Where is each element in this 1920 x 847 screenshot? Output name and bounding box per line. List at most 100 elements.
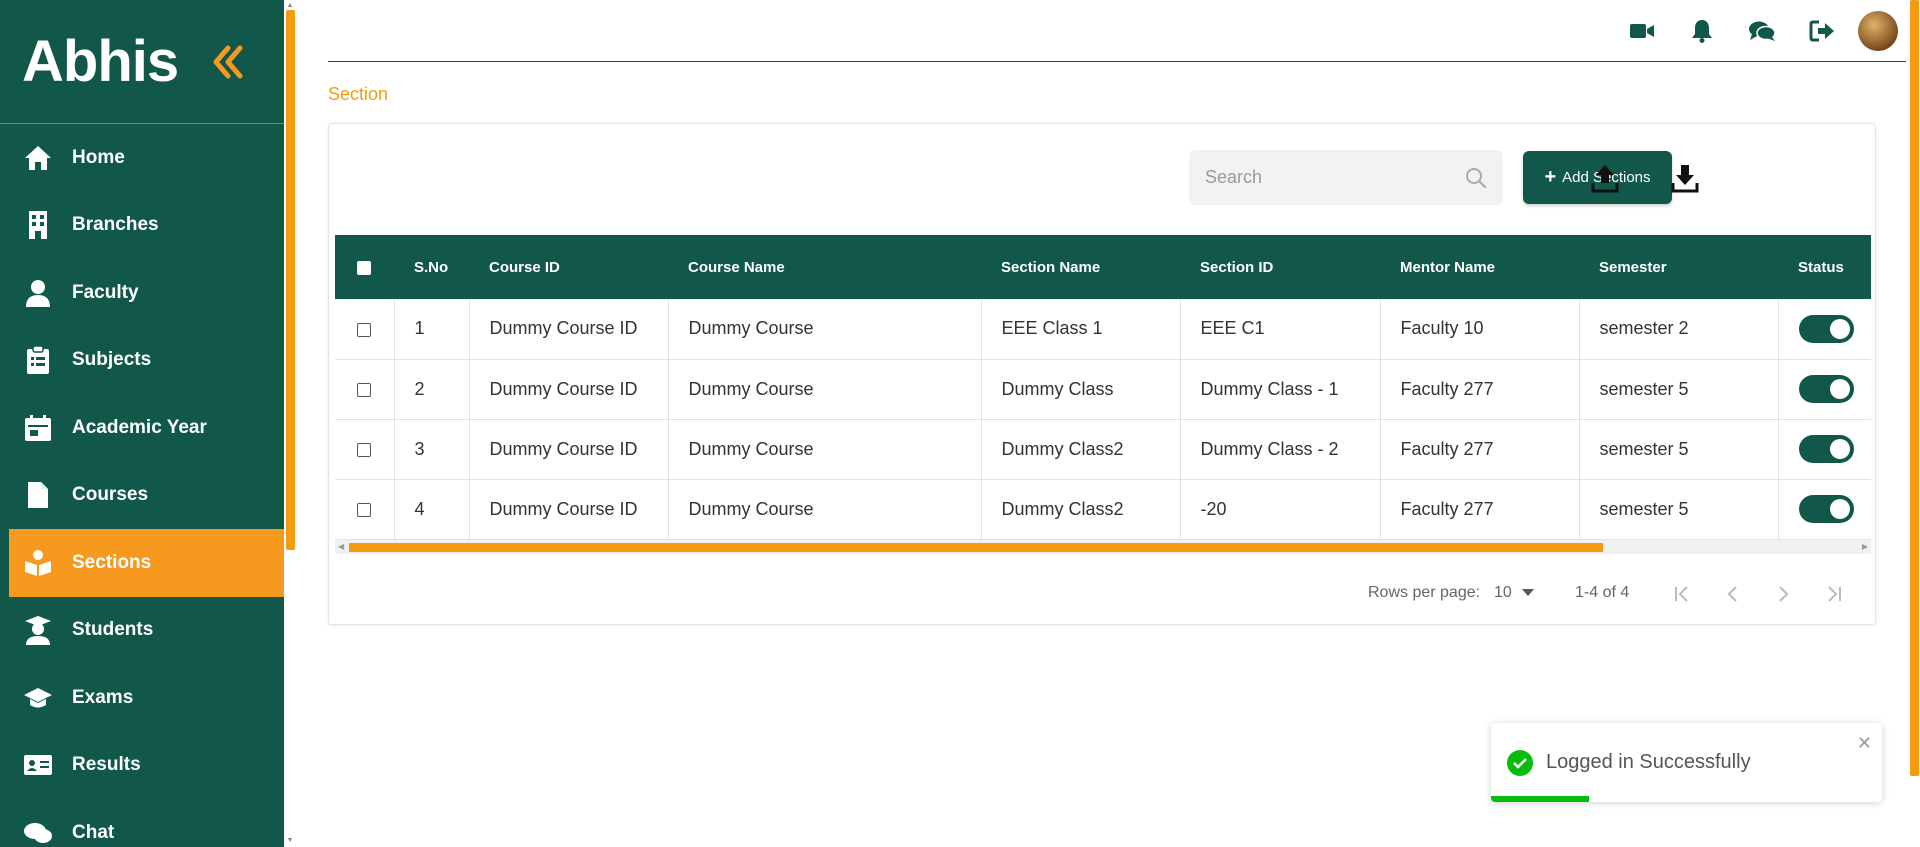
status-toggle[interactable] <box>1798 435 1854 463</box>
header-status[interactable]: Status <box>1778 235 1871 299</box>
clipboard-icon <box>22 344 54 376</box>
header-mentor-name[interactable]: Mentor Name <box>1380 235 1579 299</box>
header-semester[interactable]: Semester <box>1579 235 1778 299</box>
page-scroll-thumb[interactable] <box>1910 0 1919 776</box>
close-icon[interactable]: ✕ <box>1857 733 1872 754</box>
logout-icon[interactable] <box>1792 10 1852 52</box>
status-toggle[interactable] <box>1798 495 1854 523</box>
sections-table: S.No Course ID Course Name Section Name … <box>335 235 1871 540</box>
sidebar-item-subjects[interactable]: Subjects <box>0 327 284 395</box>
sidebar-item-sections[interactable]: Sections <box>0 529 284 597</box>
table-row[interactable]: 3 Dummy Course ID Dummy Course Dummy Class2… <box>335 419 1871 479</box>
header-sno[interactable]: S.No <box>394 235 469 299</box>
header-course-id[interactable]: Course ID <box>469 235 668 299</box>
id-card-icon <box>22 749 54 781</box>
cell-course-name: Dummy Course <box>668 359 982 419</box>
status-toggle[interactable] <box>1798 314 1854 343</box>
video-icon[interactable] <box>1612 10 1672 52</box>
table-horizontal-scrollbar[interactable]: ◀ ▶ <box>335 540 1871 554</box>
row-checkbox[interactable] <box>357 442 371 457</box>
table-row[interactable]: 1 Dummy Course ID Dummy Course EEE Class 1E… <box>335 299 1871 359</box>
sidebar-scrollbar[interactable]: ▲ ▼ <box>284 0 296 847</box>
table-row[interactable]: 4 Dummy Course ID Dummy Course Dummy Class2… <box>335 479 1871 539</box>
toast-message: Logged in Successfully <box>1546 751 1751 773</box>
file-icon <box>22 479 54 511</box>
rows-per-page-select[interactable]: 10 <box>1494 584 1534 602</box>
header-course-name[interactable]: Course Name <box>668 235 981 299</box>
cell-status <box>1778 419 1871 479</box>
cell-mentor: Faculty 10 <box>1380 299 1580 359</box>
cell-sno: 4 <box>394 479 470 539</box>
header-section-id[interactable]: Section ID <box>1180 235 1380 299</box>
app-logo: Abhis <box>22 29 179 94</box>
breadcrumb: Section <box>328 84 389 104</box>
avatar[interactable] <box>1858 11 1898 51</box>
sidebar-item-label: Chat <box>72 821 115 843</box>
sidebar-item-chat[interactable]: Chat <box>0 799 284 847</box>
sidebar-nav: Home Branches Faculty Subjects Academic Year… <box>0 124 284 847</box>
scroll-right-icon[interactable]: ▶ <box>1862 542 1868 551</box>
row-checkbox[interactable] <box>357 382 371 397</box>
sidebar-item-label: Students <box>72 619 154 641</box>
first-page-button[interactable] <box>1667 578 1699 610</box>
comments-icon[interactable] <box>1732 10 1792 52</box>
table-row[interactable]: 2 Dummy Course ID Dummy Course Dummy Class D… <box>335 359 1871 419</box>
cell-status <box>1778 359 1871 419</box>
toggle-knob <box>1829 499 1850 519</box>
sidebar-item-label: Faculty <box>72 281 139 303</box>
bell-icon[interactable] <box>1672 10 1732 52</box>
sidebar-item-students[interactable]: Students <box>0 597 284 665</box>
table-header-row: S.No Course ID Course Name Section Name … <box>335 235 1871 299</box>
status-toggle[interactable] <box>1798 375 1854 403</box>
last-page-button[interactable] <box>1817 578 1849 610</box>
sidebar-item-branches[interactable]: Branches <box>0 192 284 260</box>
row-checkbox[interactable] <box>357 322 371 337</box>
download-button[interactable] <box>1663 156 1707 200</box>
collapse-sidebar-icon[interactable] <box>208 42 248 82</box>
row-select-cell <box>335 419 395 479</box>
caret-down-icon <box>1521 589 1534 596</box>
sidebar-item-label: Exams <box>72 686 134 708</box>
toast-notification: Logged in Successfully ✕ <box>1491 723 1882 802</box>
cell-mentor: Faculty 277 <box>1380 359 1580 419</box>
sidebar-scroll-thumb[interactable] <box>286 10 295 550</box>
search-field[interactable] <box>1189 150 1503 205</box>
user-icon <box>22 277 54 309</box>
scroll-left-icon[interactable]: ◀ <box>338 542 344 551</box>
cell-course-id: Dummy Course ID <box>469 419 669 479</box>
sidebar-item-faculty[interactable]: Faculty <box>0 259 284 327</box>
sidebar-item-label: Subjects <box>72 349 152 371</box>
upload-button[interactable] <box>1583 156 1627 200</box>
chat-icon <box>22 817 54 847</box>
sidebar-item-label: Home <box>72 146 125 168</box>
previous-page-button[interactable] <box>1717 578 1749 610</box>
cell-section-name: Dummy Class <box>981 359 1181 419</box>
next-page-button[interactable] <box>1767 578 1799 610</box>
sidebar-item-home[interactable]: Home <box>0 124 284 192</box>
cell-course-id: Dummy Course ID <box>469 479 669 539</box>
home-icon <box>22 142 54 174</box>
cell-semester: semester 5 <box>1579 419 1779 479</box>
cell-sno: 1 <box>394 299 470 359</box>
sidebar-item-courses[interactable]: Courses <box>0 462 284 530</box>
row-checkbox[interactable] <box>357 502 371 517</box>
sidebar-item-academic-year[interactable]: Academic Year <box>0 394 284 462</box>
download-icon <box>1671 165 1699 193</box>
sidebar-item-results[interactable]: Results <box>0 732 284 800</box>
table-scroll-thumb[interactable] <box>349 543 1603 552</box>
scroll-down-icon[interactable]: ▼ <box>286 837 294 845</box>
sidebar-item-exams[interactable]: Exams <box>0 664 284 732</box>
scroll-up-icon[interactable]: ▲ <box>286 2 294 10</box>
chevron-left-icon <box>1727 586 1737 602</box>
cell-course-id: Dummy Course ID <box>469 359 669 419</box>
search-icon[interactable] <box>1465 167 1487 189</box>
cell-course-name: Dummy Course <box>668 419 982 479</box>
page-scrollbar[interactable] <box>1908 0 1920 847</box>
select-all-checkbox[interactable] <box>357 260 371 275</box>
header-section-name[interactable]: Section Name <box>981 235 1180 299</box>
row-select-cell <box>335 359 395 419</box>
calendar-icon <box>22 412 54 444</box>
upload-icon <box>1591 165 1619 193</box>
logo-area: Abhis <box>0 0 284 124</box>
search-input[interactable] <box>1205 167 1465 188</box>
